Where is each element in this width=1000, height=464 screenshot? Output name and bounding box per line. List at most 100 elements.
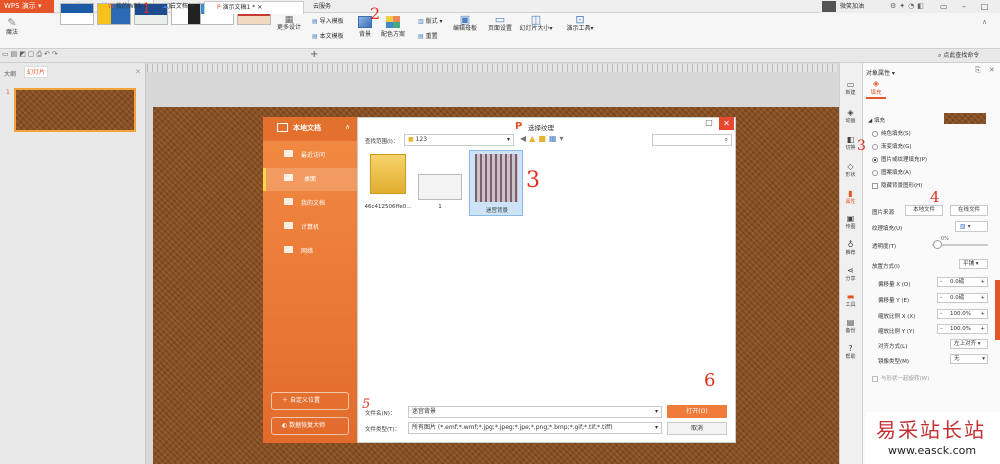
custom-location-button[interactable]: ＋ 自定义位置 [271,392,349,410]
texture-picker[interactable]: ▨ ▾ [955,221,988,232]
tab-document[interactable]: P 演示文稿1 * ✕ [204,1,304,14]
annotation-6: 6 [704,370,716,391]
nav-network[interactable]: 网络 [263,240,357,263]
checkbox[interactable] [872,375,878,382]
more-design-button[interactable]: ▦ 更多设计 [276,16,302,32]
radio-gradient[interactable] [872,143,878,150]
fill-section-header[interactable]: ◢ 填充 [868,116,885,124]
hide-bg-checkbox[interactable]: 隐藏背景图形(H) [872,181,922,189]
placement-value: 平铺 [963,261,975,267]
window-tools-icon[interactable]: ⚙✦◔◧ [890,0,927,13]
search-icon: ⌕ [938,52,942,59]
file-item-selected[interactable]: 迷宫背景 [469,150,523,216]
radio-picture[interactable] [872,156,878,163]
look-in-select[interactable]: ■ 123 ▾ [404,134,514,146]
tab-outline[interactable]: 大纲 [4,69,16,78]
panel-controls[interactable]: ⎘ ✕ [975,66,998,75]
placement-select[interactable]: 平铺 ▾ [959,259,988,269]
color-scheme-button[interactable]: 配色方案 [376,16,410,38]
magic-button[interactable]: ✎ 魔法 [2,17,22,37]
nav-my-documents[interactable]: 我的文档 [263,192,357,215]
nav-recent[interactable]: 最近访问 [263,144,357,167]
sidebar-shape[interactable]: ◇ 形状 [839,162,862,190]
layout-button[interactable]: ▥ 版式 ▾ [418,17,443,26]
panel-scroll-indicator[interactable] [995,280,1000,340]
reset-button[interactable]: ▤ 重置 [418,32,438,41]
properties-icon: ▮ [848,189,853,198]
rotate-with-shape-checkbox[interactable]: 与形状一起旋转(W) [872,374,929,382]
close-button[interactable]: ✕ [719,117,734,130]
open-button[interactable]: 打开(O) [667,405,727,418]
cancel-button[interactable]: 取消 [667,422,727,435]
edit-master-button[interactable]: ▣ 编辑母板 [450,14,480,32]
filetype-select[interactable]: 所有图片 (*.emf;*.wmf;*.jpg;*.jpeg;*.jpe;*.p… [408,422,662,434]
panel-close-icon[interactable]: ✕ [135,68,141,76]
nav-computer[interactable]: 计算机 [263,216,357,239]
scale-x-label: 缩放比例 X (X) [878,314,916,320]
offset-x-stepper[interactable]: –0.0磅 + [937,277,988,287]
dialog-search-input[interactable]: ⌕ [652,134,732,146]
page-setup-button[interactable]: ▭ 页面设置 [486,14,514,32]
maximize-button[interactable]: □ [703,118,715,130]
user-name[interactable]: 微笑加油 [840,0,864,13]
folder-icon: ■ [408,136,414,143]
mirror-label: 镜像类型(M) [878,359,910,365]
sidebar-share[interactable]: ⋖ 分享 [839,266,862,294]
sidebar-animation[interactable]: ◈ 动画 [839,108,862,136]
fill-option-gradient[interactable]: 渐变填充(G) [872,142,912,150]
nav-desktop[interactable]: 桌面 [263,168,357,191]
radio-pattern[interactable] [872,169,878,176]
menu-cloud[interactable]: 云服务 [306,0,338,13]
mirror-select[interactable]: 无 ▾ [950,354,988,364]
tab-fill[interactable]: ◈ 填充 [866,79,886,99]
filename-input[interactable]: 迷宫背景 ▾ [408,406,662,418]
sidebar-recommend[interactable]: ♁ 推荐 [839,240,862,268]
tab-cloud-docs[interactable]: ☁ 云文档 ✕ [150,1,195,14]
ribbon-collapse-icon[interactable]: ∧ [982,18,987,26]
fill-option-pattern[interactable]: 图案填充(A) [872,168,911,176]
upload-image-icon: ▣ [846,214,855,223]
back-icon[interactable]: ◀ [520,134,529,143]
sidebar-backup[interactable]: ▤ 备份 [839,318,862,346]
shape-icon: ◇ [847,162,854,171]
scale-x-stepper[interactable]: –100.0% + [937,309,988,319]
sidebar-properties[interactable]: ▮ 属性 [839,189,862,217]
alignment-select[interactable]: 左上对齐 ▾ [950,339,988,349]
data-recovery-button[interactable]: ◐ 数据恢复大师 [271,417,349,435]
slide-thumbnail[interactable] [14,88,136,132]
import-template-button[interactable]: ▤ 导入模板 [312,17,344,26]
new-tab-button[interactable]: + [310,49,318,60]
quick-access-toolbar[interactable]: ▭▤◩▢⎙↶↷ [2,50,60,59]
fill-option-solid[interactable]: 纯色填充(S) [872,129,911,137]
checkbox[interactable] [872,182,878,189]
tab-slides[interactable]: 幻灯片 [24,66,48,78]
app-menu-button[interactable]: WPS 演示 ▾ [0,0,54,13]
dialog-toolbar[interactable]: ◀▲■▦▾ [520,134,566,143]
presentation-icon: P [217,4,221,11]
local-file-button[interactable]: 本地文件 [905,205,943,216]
scale-y-stepper[interactable]: –100.0% + [937,324,988,334]
offset-y-stepper[interactable]: –0.0磅 + [937,293,988,303]
paint-bucket-icon: ◈ [872,79,880,88]
avatar[interactable] [822,1,836,12]
design-template-1[interactable] [60,3,94,25]
sidebar-new[interactable]: ▭ 新建 [839,80,862,108]
command-search[interactable]: ⌕ 点此查找命令 [935,51,997,62]
present-tools-button[interactable]: ⊡ 演示工具▾ [562,14,598,32]
new-folder-icon[interactable]: ■ [538,134,549,143]
fill-option-picture[interactable]: 图片或纹理填充(P) [872,155,927,163]
up-folder-icon[interactable]: ▲ [529,134,538,143]
slide-size-button[interactable]: ◫ 幻灯片大小▾ [516,14,556,32]
sidebar-upload[interactable]: ▣ 传图 [839,214,862,242]
online-file-button[interactable]: 在线文件 [950,205,988,216]
sidebar-help[interactable]: ? 帮助 [839,344,862,372]
local-docs-header[interactable]: 本地文档 ∧ [263,117,357,141]
text-template-button[interactable]: ▤ 本文模板 [312,32,344,41]
view-mode-icon[interactable]: ▦ [549,134,560,143]
fill-preview-swatch[interactable] [944,113,986,124]
file-item[interactable]: 1 [417,150,463,214]
radio-solid[interactable] [872,130,878,137]
sidebar-tools[interactable]: ▬ 工具 [839,292,862,320]
file-item[interactable]: 46c412506ffe0... [365,150,411,214]
tab-my-wps[interactable]: W 我的WPS ✕ [96,1,148,14]
